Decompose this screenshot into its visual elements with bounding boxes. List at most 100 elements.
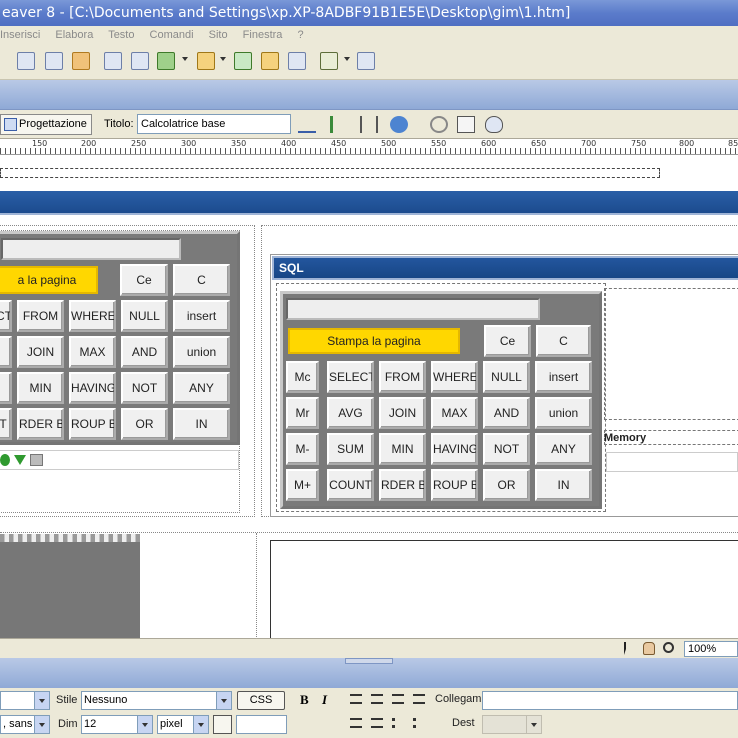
media-dropdown-icon[interactable] <box>220 57 226 61</box>
sql-key-avg[interactable]: AVG <box>327 397 374 429</box>
select-tool-icon[interactable] <box>624 642 634 655</box>
zoom-select[interactable]: 100% <box>684 641 738 657</box>
left-calc-key[interactable]: HAVING <box>69 372 116 404</box>
file-transfer-icon[interactable] <box>360 116 378 133</box>
design-view-button[interactable]: Progettazione <box>0 114 92 135</box>
comment-icon[interactable] <box>288 52 306 70</box>
head-icon[interactable] <box>320 52 338 70</box>
head-dropdown-icon[interactable] <box>344 57 350 61</box>
sql-key-m-plus[interactable]: M+ <box>286 469 319 501</box>
sql-key-in[interactable]: IN <box>535 469 592 501</box>
splitter-handle[interactable] <box>345 658 393 664</box>
view-options-icon[interactable] <box>457 116 475 133</box>
sql-key-group-by[interactable]: ROUP B <box>431 469 478 501</box>
named-anchor-icon[interactable] <box>72 52 90 70</box>
sql-ce-key[interactable]: Ce <box>484 325 531 357</box>
left-calc-key[interactable]: FROM <box>17 300 64 332</box>
align-left-icon[interactable] <box>350 694 362 704</box>
refresh-icon[interactable] <box>430 116 448 133</box>
menu-comandi[interactable]: Comandi <box>150 29 194 41</box>
left-calc-key[interactable]: ANY <box>173 372 230 404</box>
sql-key-mc[interactable]: Mc <box>286 361 319 393</box>
menu-finestra[interactable]: Finestra <box>243 29 283 41</box>
sql-key-not[interactable]: NOT <box>483 433 530 465</box>
target-select[interactable] <box>482 715 542 734</box>
left-print-button[interactable]: a la pagina <box>0 266 98 294</box>
visual-aids-icon[interactable] <box>485 116 503 133</box>
sql-key-min[interactable]: MIN <box>379 433 426 465</box>
browser-check-icon[interactable] <box>298 116 316 133</box>
image-icon[interactable] <box>157 52 175 70</box>
zoom-tool-icon[interactable] <box>663 642 674 653</box>
indent-icon[interactable] <box>371 718 383 728</box>
server-include-icon[interactable] <box>261 52 279 70</box>
table-icon[interactable] <box>104 52 122 70</box>
sql-key-sum[interactable]: SUM <box>327 433 374 465</box>
left-calc-key[interactable]: JOIN <box>17 336 64 368</box>
sql-key-or[interactable]: OR <box>483 469 530 501</box>
sql-key-join[interactable]: JOIN <box>379 397 426 429</box>
sql-key-m-minus[interactable]: M- <box>286 433 319 465</box>
sql-print-button[interactable]: Stampa la pagina <box>288 328 460 354</box>
arrow-up-icon[interactable] <box>0 454 10 466</box>
format-select[interactable] <box>0 691 50 710</box>
arrow-down-icon[interactable] <box>14 455 26 465</box>
hand-tool-icon[interactable] <box>643 642 655 655</box>
bold-button[interactable]: B <box>300 692 309 708</box>
unit-select[interactable]: pixel <box>157 715 209 734</box>
color-input[interactable] <box>236 715 287 734</box>
print-icon[interactable] <box>30 454 43 466</box>
sql-key-from[interactable]: FROM <box>379 361 426 393</box>
left-calc-key[interactable]: AND <box>121 336 168 368</box>
style-select[interactable]: Nessuno <box>81 691 232 710</box>
menu-testo[interactable]: Testo <box>108 29 134 41</box>
link-input[interactable] <box>482 691 738 710</box>
left-calc-key[interactable]: NULL <box>121 300 168 332</box>
left-calc-key[interactable]: union <box>173 336 230 368</box>
align-center-icon[interactable] <box>371 694 383 704</box>
left-calc-key[interactable]: RDER B <box>17 408 64 440</box>
align-justify-icon[interactable] <box>413 694 425 704</box>
sql-key-having[interactable]: HAVING <box>431 433 478 465</box>
sql-key-union[interactable]: union <box>535 397 592 429</box>
hyperlink-icon[interactable] <box>17 52 35 70</box>
memory-input[interactable] <box>606 452 738 472</box>
color-picker-button[interactable] <box>213 715 232 734</box>
image-dropdown-icon[interactable] <box>182 57 188 61</box>
sql-key-and[interactable]: AND <box>483 397 530 429</box>
align-right-icon[interactable] <box>392 694 404 704</box>
validate-icon[interactable] <box>330 116 348 133</box>
template-icon[interactable] <box>357 52 375 70</box>
left-c-key[interactable]: C <box>173 264 230 296</box>
outdent-icon[interactable] <box>350 718 362 728</box>
sql-key-where[interactable]: WHERE <box>431 361 478 393</box>
sql-key-max[interactable]: MAX <box>431 397 478 429</box>
sql-key-order-by[interactable]: RDER B <box>379 469 426 501</box>
sql-key-count[interactable]: COUNT <box>327 469 374 501</box>
left-calc-key[interactable] <box>0 372 12 404</box>
ordered-list-icon[interactable] <box>413 718 425 728</box>
preview-browser-icon[interactable] <box>390 116 408 133</box>
left-calc-key[interactable]: MAX <box>69 336 116 368</box>
left-calc-key[interactable]: MIN <box>17 372 64 404</box>
sql-key-any[interactable]: ANY <box>535 433 592 465</box>
menu-elabora[interactable]: Elabora <box>55 29 93 41</box>
left-calc-key[interactable]: CT <box>0 300 12 332</box>
css-button[interactable]: CSS <box>237 691 285 710</box>
sql-calculator-display[interactable] <box>286 298 540 320</box>
unordered-list-icon[interactable] <box>392 718 404 728</box>
size-select[interactable]: 12 <box>81 715 153 734</box>
left-calc-key[interactable]: WHERE <box>69 300 116 332</box>
left-calc-key[interactable]: OR <box>121 408 168 440</box>
date-icon[interactable] <box>234 52 252 70</box>
italic-button[interactable]: I <box>322 692 327 708</box>
left-calc-key[interactable]: NOT <box>121 372 168 404</box>
page-title-input[interactable] <box>137 114 291 134</box>
div-icon[interactable] <box>131 52 149 70</box>
menu-inserisci[interactable]: Inserisci <box>0 29 40 41</box>
sql-key-null[interactable]: NULL <box>483 361 530 393</box>
email-link-icon[interactable] <box>45 52 63 70</box>
media-icon[interactable] <box>197 52 215 70</box>
left-calc-key[interactable]: T <box>0 408 12 440</box>
font-select[interactable]: , sans <box>0 715 50 734</box>
